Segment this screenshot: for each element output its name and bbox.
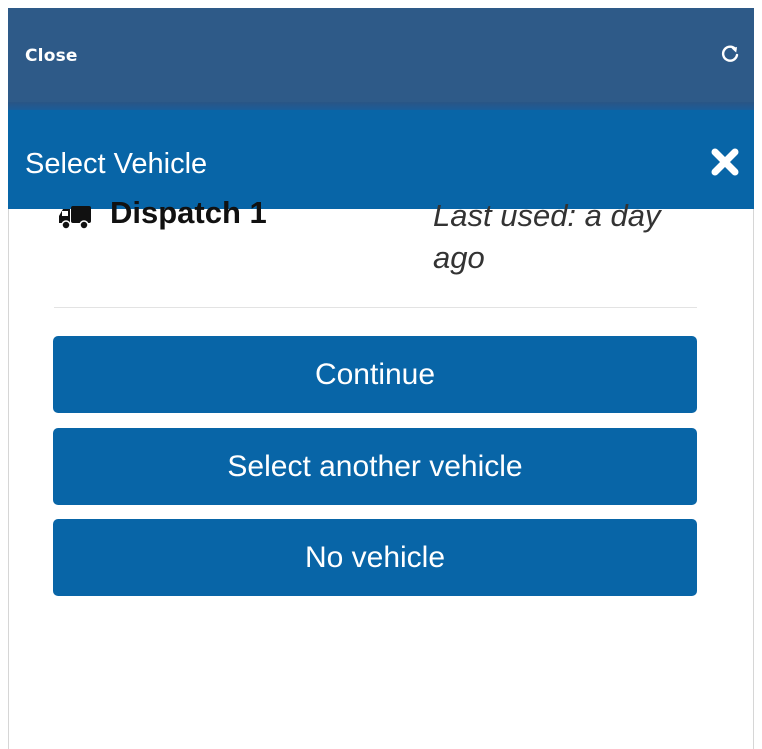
- modal-header-shadow: [8, 102, 754, 110]
- close-link[interactable]: Close: [25, 46, 78, 66]
- vehicle-row: Dispatch 1 Last used: a day ago: [58, 195, 698, 285]
- modal-title: Select Vehicle: [25, 148, 208, 180]
- refresh-icon[interactable]: [720, 44, 740, 64]
- close-x-icon[interactable]: [710, 147, 740, 177]
- vehicle-name: Dispatch 1: [110, 195, 267, 230]
- no-vehicle-button[interactable]: No vehicle: [53, 519, 697, 596]
- continue-button[interactable]: Continue: [53, 336, 697, 413]
- app-frame: Close Select Vehicle Dispatch 1 Last use…: [0, 0, 762, 749]
- divider: [54, 307, 697, 308]
- last-used-text: Last used: a day ago: [433, 198, 661, 275]
- select-another-vehicle-button[interactable]: Select another vehicle: [53, 428, 697, 505]
- top-app-bar: Close: [8, 8, 754, 102]
- truck-icon: [58, 205, 92, 231]
